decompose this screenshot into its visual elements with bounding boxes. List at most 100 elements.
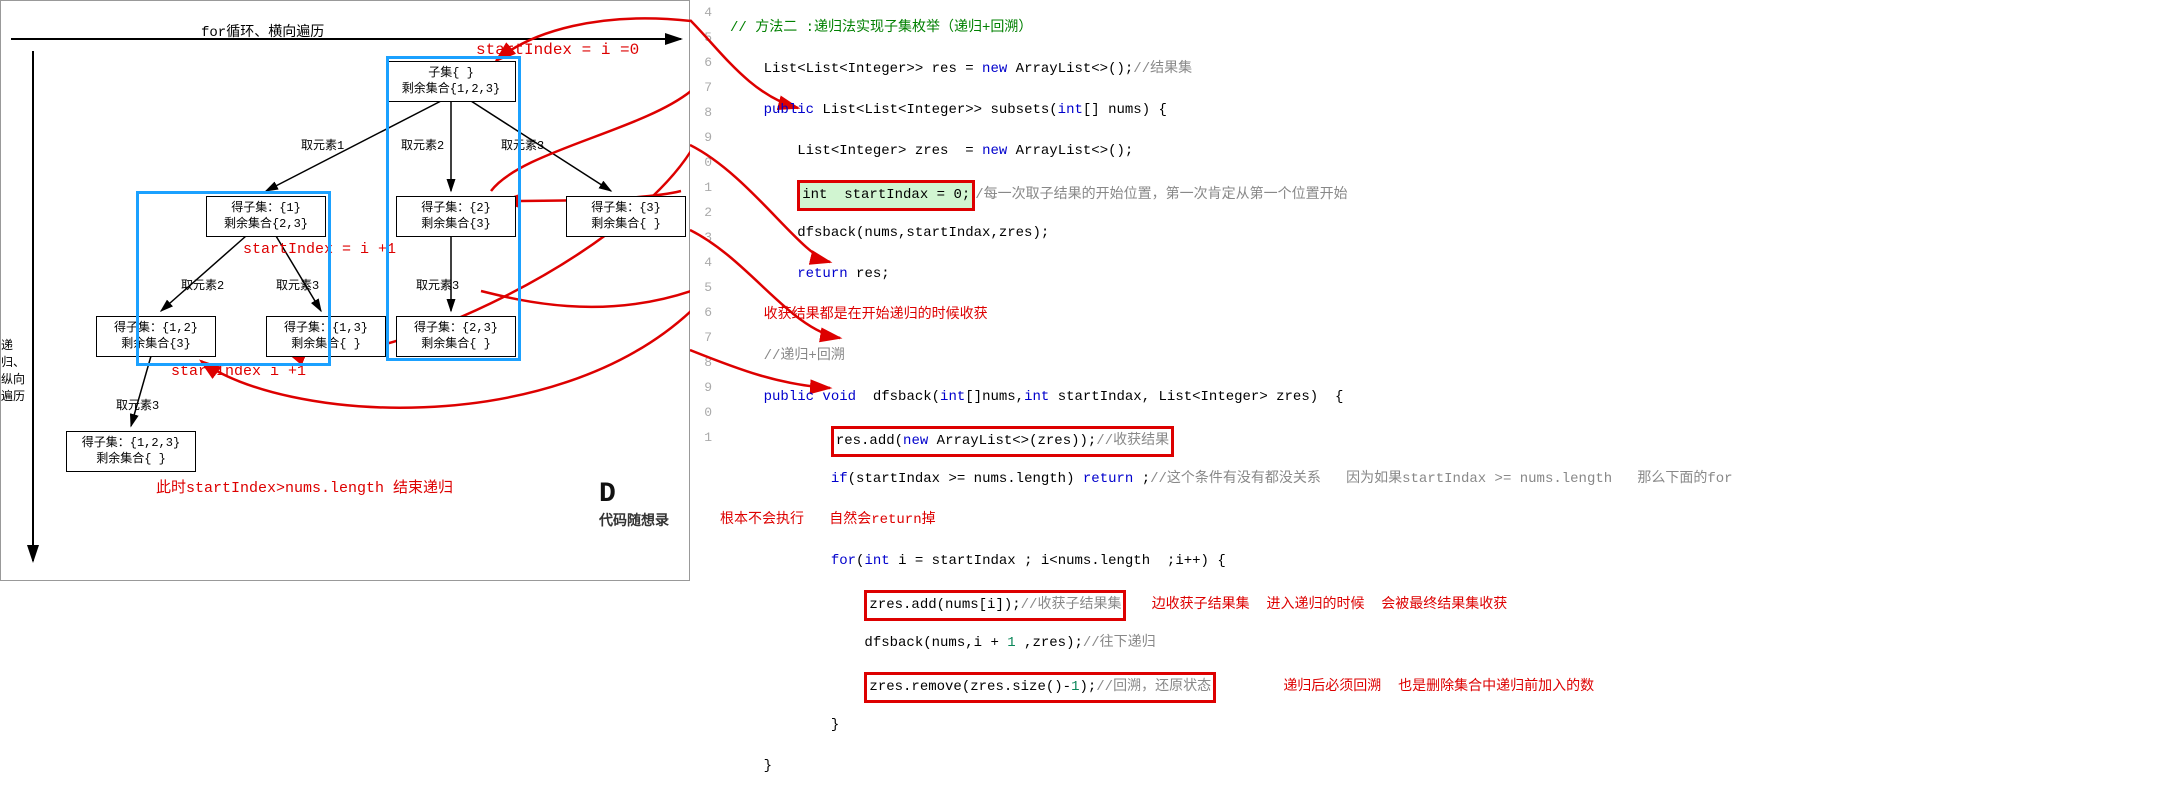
watermark-d-icon: D: [599, 479, 616, 510]
red-annot: 根本不会执行 自然会return掉: [720, 512, 936, 528]
node-3: 得子集：{3} 剩余集合{ }: [566, 196, 686, 237]
comment: //结果集: [1133, 61, 1192, 77]
lineno: 4: [690, 250, 712, 275]
lineno: 5: [690, 25, 712, 50]
code-line: if(startIndax >= nums.length) return ;//…: [720, 467, 2179, 492]
kw: return: [797, 266, 847, 282]
node-line2: 剩余集合{ }: [575, 217, 677, 233]
red-annot: 递归后必须回溯 也是删除集合中递归前加入的数: [1283, 679, 1594, 695]
top-axis-label: for循环、横向遍历: [201, 21, 324, 41]
lineno: 1: [690, 175, 712, 200]
code-line: int startIndax = 0;/每一次取子结果的开始位置，第一次肯定从第…: [720, 180, 2179, 205]
code-line: dfsback(nums,startIndax,zres);: [720, 221, 2179, 246]
comment: //往下递归: [1083, 635, 1156, 651]
red-annot: 边收获子结果集 进入递归的时候 会被最终结果集收获: [1152, 597, 1508, 613]
edge-e1: 取元素1: [301, 136, 344, 153]
t: dfsback(nums,i +: [864, 635, 1007, 651]
tree-diagram: for循环、横向遍历: [0, 0, 690, 581]
comment: //收获子结果集: [1021, 597, 1122, 613]
t: ArrayList<>();: [1007, 61, 1133, 77]
comment: // 方法二 :递归法实现子集枚举（递归+回溯）: [730, 20, 1032, 36]
highlight-add: zres.add(nums[i]);//收获子结果集: [864, 590, 1126, 621]
t: startIndax, List<Integer> zres) {: [1049, 389, 1343, 405]
lineno: 9: [690, 125, 712, 150]
code-line: List<Integer> zres = new ArrayList<>();: [720, 139, 2179, 164]
t: );: [1079, 679, 1096, 695]
t: }: [764, 758, 772, 774]
code-line: return res;: [720, 262, 2179, 287]
t: List<List<Integer>> res =: [764, 61, 982, 77]
kw: public: [764, 102, 814, 118]
t: ArrayList<>(zres));: [928, 433, 1096, 449]
code-line: zres.remove(zres.size()-1);//回溯，还原状态 递归后…: [720, 672, 2179, 697]
code-line: 根本不会执行 自然会return掉: [720, 508, 2179, 533]
code-line: zres.add(nums[i]);//收获子结果集 边收获子结果集 进入递归的…: [720, 590, 2179, 615]
node-line1: 得子集：{1,2,3}: [75, 436, 187, 452]
comment: //收获结果: [1096, 433, 1169, 449]
t: ;: [1133, 471, 1150, 487]
t: }: [831, 717, 839, 733]
t: dfsback(nums,startIndax,zres);: [797, 225, 1049, 241]
edge-e3d: 取元素3: [116, 396, 159, 413]
lineno: 7: [690, 325, 712, 350]
t: ArrayList<>();: [1007, 143, 1133, 159]
lineno: 3: [690, 225, 712, 250]
t: zres.remove(zres.size()-: [869, 679, 1071, 695]
kw: int: [940, 389, 965, 405]
node-line1: 得子集：{3}: [575, 201, 677, 217]
num: 1: [1007, 635, 1015, 651]
lineno: 7: [690, 75, 712, 100]
t: res;: [848, 266, 890, 282]
highlight-remove: zres.remove(zres.size()-1);//回溯，还原状态: [864, 672, 1216, 703]
code-line: }: [720, 754, 2179, 779]
t: []nums,: [965, 389, 1024, 405]
node-123: 得子集：{1,2,3} 剩余集合{ }: [66, 431, 196, 472]
lineno: 1: [690, 425, 712, 450]
lineno: 0: [690, 150, 712, 175]
comment: //回溯，还原状态: [1096, 679, 1211, 695]
lineno: 0: [690, 400, 712, 425]
kw: int: [1058, 102, 1083, 118]
highlight-collect: res.add(new ArrayList<>(zres));//收获结果: [831, 426, 1174, 457]
t: List<Integer> zres =: [797, 143, 982, 159]
code-line: public void dfsback(int[]nums,int startI…: [720, 385, 2179, 410]
line-gutter: 4 5 6 7 8 9 0 1 2 3 4 5 6 7 8 9 0 1: [690, 0, 720, 581]
kw: public void: [764, 389, 856, 405]
kw: if: [831, 471, 848, 487]
code-editor: 4 5 6 7 8 9 0 1 2 3 4 5 6 7 8 9 0 1 // 方…: [690, 0, 2179, 581]
code-line: for(int i = startIndax ; i<nums.length ;…: [720, 549, 2179, 574]
t: res.add(: [836, 433, 903, 449]
code-line: res.add(new ArrayList<>(zres));//收获结果: [720, 426, 2179, 451]
t: i = startIndax ; i<nums.length ;i++) {: [890, 553, 1226, 569]
kw: new: [982, 143, 1007, 159]
kw: int: [1024, 389, 1049, 405]
lineno: 4: [690, 0, 712, 25]
kw: return: [1083, 471, 1133, 487]
comment: /每一次取子结果的开始位置，第一次肯定从第一个位置开始: [975, 187, 1347, 203]
kw: int: [864, 553, 889, 569]
t: zres.add(nums[i]);: [869, 597, 1020, 613]
code-body[interactable]: // 方法二 :递归法实现子集枚举（递归+回溯） List<List<Integ…: [720, 0, 2179, 581]
code-line: public List<List<Integer>> subsets(int[]…: [720, 98, 2179, 123]
t: List<List<Integer>> subsets(: [814, 102, 1058, 118]
annot-end: 此时startIndex>nums.length 结束递归: [156, 476, 453, 497]
node-line2: 剩余集合{ }: [75, 452, 187, 468]
kw: new: [903, 433, 928, 449]
code-line: // 方法二 :递归法实现子集枚举（递归+回溯）: [720, 16, 2179, 41]
lineno: 2: [690, 200, 712, 225]
lineno: 6: [690, 50, 712, 75]
t: (startIndax >= nums.length): [848, 471, 1083, 487]
t: ,zres);: [1016, 635, 1083, 651]
lineno: 6: [690, 300, 712, 325]
comment: //递归+回溯: [764, 348, 845, 364]
lineno: 9: [690, 375, 712, 400]
watermark-text: 代码随想录: [599, 514, 669, 530]
watermark: D 代码随想录: [599, 479, 669, 530]
blue-highlight-2: [136, 191, 331, 366]
num: 1: [1071, 679, 1079, 695]
lineno: 5: [690, 275, 712, 300]
left-axis-label: 递归、纵向遍历: [1, 336, 26, 404]
red-annot: 收获结果都是在开始递归的时候收获: [764, 307, 988, 323]
code-line: List<List<Integer>> res = new ArrayList<…: [720, 57, 2179, 82]
kw: for: [831, 553, 856, 569]
